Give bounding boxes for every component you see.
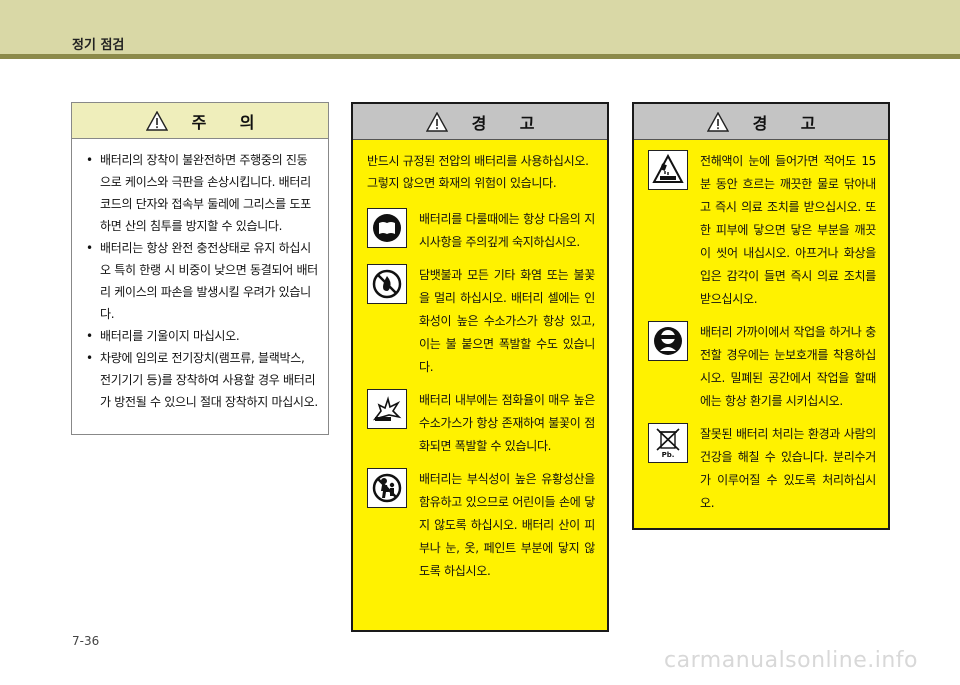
watermark: carmanualsonline.info xyxy=(664,648,918,673)
warning-item: 배터리 내부에는 점화율이 매우 높은 수소가스가 항상 존재하여 불꽃이 점화… xyxy=(353,389,607,458)
warning-item: 배터리를 다룰때에는 항상 다음의 지시사항을 주의깊게 숙지하십시오. xyxy=(353,208,607,254)
eye-protection-icon xyxy=(648,321,688,361)
warning-intro: 반드시 규정된 전압의 배터리를 사용하십시오. 그렇지 않으면 화재의 위험이… xyxy=(367,154,589,190)
warning-item: Pb. 잘못된 배터리 처리는 환경과 사람의 건강을 해칠 수 있습니다. 분… xyxy=(634,423,888,515)
no-children-icon xyxy=(367,468,407,508)
warning-triangle-icon xyxy=(145,110,168,131)
warning-triangle-icon xyxy=(706,111,729,132)
acid-burn-icon xyxy=(648,150,688,190)
warning-triangle-icon xyxy=(425,111,448,132)
warning-heading: 경 고 xyxy=(634,104,888,140)
list-item: 배터리를 기울이지 마십시오. xyxy=(86,325,318,347)
caution-heading: 주 의 xyxy=(72,103,328,139)
warning-item: 배터리 가까이에서 작업을 하거나 충전할 경우에는 눈보호개를 착용하십시오.… xyxy=(634,321,888,413)
warning-heading-text: 경 고 xyxy=(471,113,535,133)
caution-heading-text: 주 의 xyxy=(191,112,255,132)
header-divider xyxy=(0,54,960,59)
warning-box-1: 경 고 반드시 규정된 전압의 배터리를 사용하십시오. 그렇지 않으면 화재의… xyxy=(351,102,609,632)
pb-label: Pb. xyxy=(661,451,675,459)
explosion-icon xyxy=(367,389,407,429)
page-number: 7-36 xyxy=(72,634,100,648)
warning-item: 배터리는 부식성이 높은 유황성산을 함유하고 있으므로 어린이들 손에 닿지 … xyxy=(353,468,607,583)
caution-box: 주 의 배터리의 장착이 불완전하면 주행중의 진동으로 케이스와 극판을 손상… xyxy=(71,102,329,435)
warning-item: 담뱃불과 모든 기타 화염 또는 불꽃을 멀리 하십시오. 배터리 셀에는 인화… xyxy=(353,264,607,379)
list-item: 차량에 임의로 전기장치(램프류, 블랙박스, 전기기기 등)를 장착하여 사용… xyxy=(86,347,318,413)
warning-heading-text: 경 고 xyxy=(752,113,816,133)
warning-item: 전해액이 눈에 들어가면 적어도 15분 동안 흐르는 깨끗한 물로 닦아내고 … xyxy=(634,150,888,311)
warning-heading: 경 고 xyxy=(353,104,607,140)
page-header: 정기 점검 xyxy=(0,0,960,54)
caution-list: 배터리의 장착이 불완전하면 주행중의 진동으로 케이스와 극판을 손상시킵니다… xyxy=(72,139,328,413)
no-fire-icon xyxy=(367,264,407,304)
list-item: 배터리는 항상 완전 충전상태로 유지 하십시오 특히 한랭 시 비중이 낮으면… xyxy=(86,237,318,325)
recycle-bin-icon: Pb. xyxy=(648,423,688,463)
section-title: 정기 점검 xyxy=(72,38,125,53)
book-icon xyxy=(367,208,407,248)
warning-box-2: 경 고 전해액이 눈에 들어가면 적어도 15분 동안 흐르는 깨끗한 물로 닦… xyxy=(632,102,890,530)
list-item: 배터리의 장착이 불완전하면 주행중의 진동으로 케이스와 극판을 손상시킵니다… xyxy=(86,149,318,237)
